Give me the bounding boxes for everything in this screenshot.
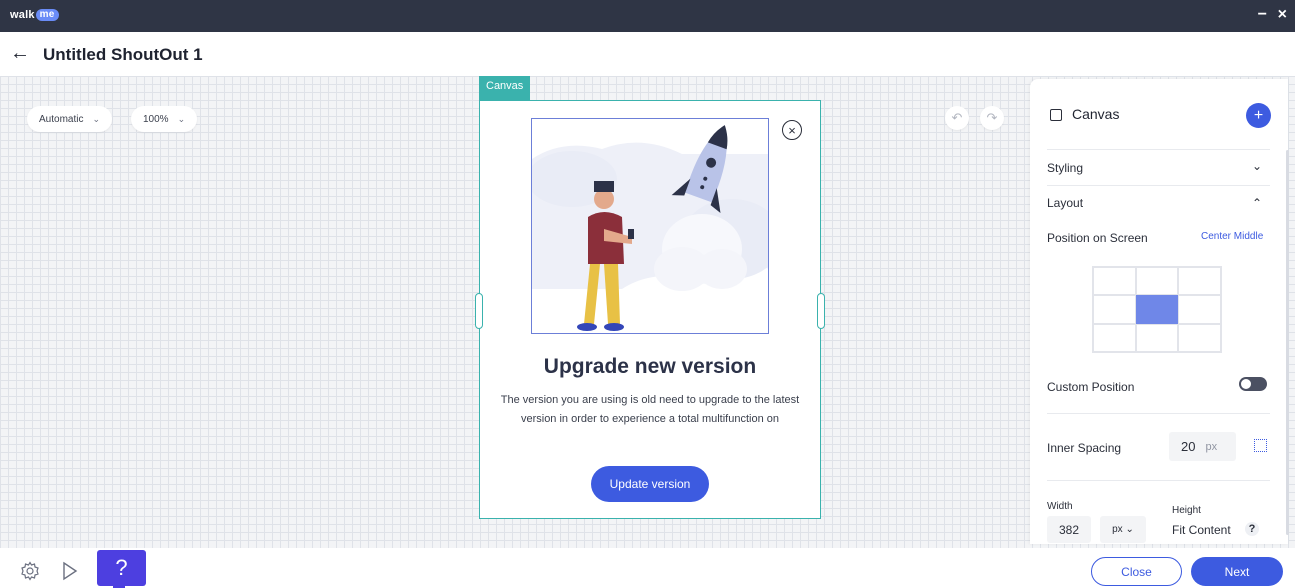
position-bottom-left[interactable]: [1093, 323, 1136, 352]
width-label: Width: [1047, 501, 1073, 512]
play-icon[interactable]: [62, 561, 78, 581]
minimize-button[interactable]: −: [1258, 6, 1267, 24]
position-bottom-right[interactable]: [1178, 323, 1221, 352]
resize-handle-right[interactable]: [817, 293, 825, 329]
position-center-middle[interactable]: [1135, 295, 1179, 324]
inner-spacing-label: Inner Spacing: [1047, 441, 1122, 455]
position-top-left[interactable]: [1093, 267, 1136, 296]
chevron-down-icon: ⌄: [177, 113, 186, 124]
back-arrow-icon[interactable]: ←: [10, 42, 30, 64]
help-icon[interactable]: ?: [1245, 522, 1259, 536]
position-middle-left[interactable]: [1093, 295, 1136, 324]
toggle-knob: [1241, 379, 1251, 389]
mode-dropdown[interactable]: Automatic ⌄: [27, 106, 113, 132]
title-bar: walk me − ×: [0, 0, 1295, 32]
zoom-dropdown-label: 100%: [143, 113, 169, 125]
add-button[interactable]: +: [1246, 103, 1271, 128]
inner-spacing-value: 20: [1181, 439, 1196, 454]
page-title: Untitled ShoutOut 1: [43, 45, 203, 64]
mode-dropdown-label: Automatic: [39, 113, 84, 125]
gear-icon[interactable]: [20, 561, 40, 581]
close-button[interactable]: Close: [1091, 557, 1182, 586]
resize-handle-left[interactable]: [475, 293, 483, 329]
footer-bar: ? Close Next: [0, 548, 1295, 588]
redo-button[interactable]: ↷: [980, 106, 1004, 130]
panel-scrollbar[interactable]: [1286, 150, 1289, 535]
position-bottom-center[interactable]: [1135, 323, 1179, 352]
shoutout-title[interactable]: Upgrade new version: [480, 355, 820, 379]
position-top-right[interactable]: [1178, 267, 1221, 296]
next-button[interactable]: Next: [1191, 557, 1283, 586]
window-close-button[interactable]: ×: [1278, 6, 1287, 24]
close-icon[interactable]: ×: [782, 120, 802, 140]
panel-title: Canvas: [1072, 106, 1120, 122]
divider: [1047, 149, 1270, 150]
styling-section-label[interactable]: Styling: [1047, 161, 1083, 175]
undo-icon: ↶: [951, 110, 963, 125]
undo-button[interactable]: ↶: [945, 106, 969, 130]
canvas-tag[interactable]: Canvas: [479, 76, 531, 100]
divider: [1047, 185, 1270, 186]
layout-section-label[interactable]: Layout: [1047, 196, 1083, 210]
chevron-down-icon[interactable]: ⌄: [1252, 159, 1262, 173]
inner-spacing-input[interactable]: 20 px: [1169, 432, 1236, 461]
width-unit-value: px: [1112, 524, 1123, 535]
help-button[interactable]: ?: [97, 550, 146, 586]
canvas-checkbox[interactable]: [1050, 109, 1062, 121]
logo-text: walk: [10, 9, 35, 21]
rocket-illustration[interactable]: [531, 118, 769, 334]
chevron-down-icon: ⌄: [92, 113, 101, 124]
custom-position-toggle[interactable]: [1239, 377, 1267, 391]
divider: [1047, 480, 1270, 481]
redo-icon: ↷: [986, 110, 998, 125]
rocket-illustration-graphic: [532, 125, 768, 331]
width-unit-select[interactable]: px ⌄: [1100, 516, 1146, 543]
position-grid[interactable]: [1092, 266, 1222, 353]
height-value[interactable]: Fit Content: [1172, 523, 1231, 537]
logo-badge: me: [35, 9, 59, 21]
position-top-center[interactable]: [1135, 267, 1179, 296]
shoutout-body[interactable]: The version you are using is old need to…: [500, 391, 800, 429]
help-button-notch: [113, 584, 125, 588]
update-version-button[interactable]: Update version: [591, 466, 709, 502]
position-value: Center Middle: [1201, 231, 1264, 242]
properties-panel: Canvas + Styling ⌄ Layout ⌃ Position on …: [1030, 79, 1288, 544]
position-middle-right[interactable]: [1178, 295, 1221, 324]
zoom-dropdown[interactable]: 100% ⌄: [131, 106, 198, 132]
position-on-screen-label: Position on Screen: [1047, 231, 1148, 245]
custom-position-label: Custom Position: [1047, 380, 1135, 394]
inner-spacing-unit: px: [1205, 440, 1218, 453]
walkme-logo: walk me: [10, 9, 59, 21]
shoutout-canvas[interactable]: × Upgrade new version The version you ar…: [475, 100, 825, 519]
chevron-up-icon[interactable]: ⌃: [1252, 196, 1262, 210]
page-header: ← Untitled ShoutOut 1: [0, 32, 1295, 76]
width-input[interactable]: 382: [1047, 516, 1091, 543]
chevron-down-icon: ⌄: [1125, 524, 1134, 535]
spacing-grid-icon[interactable]: [1254, 439, 1267, 452]
divider: [1047, 413, 1270, 414]
height-label: Height: [1172, 505, 1201, 516]
